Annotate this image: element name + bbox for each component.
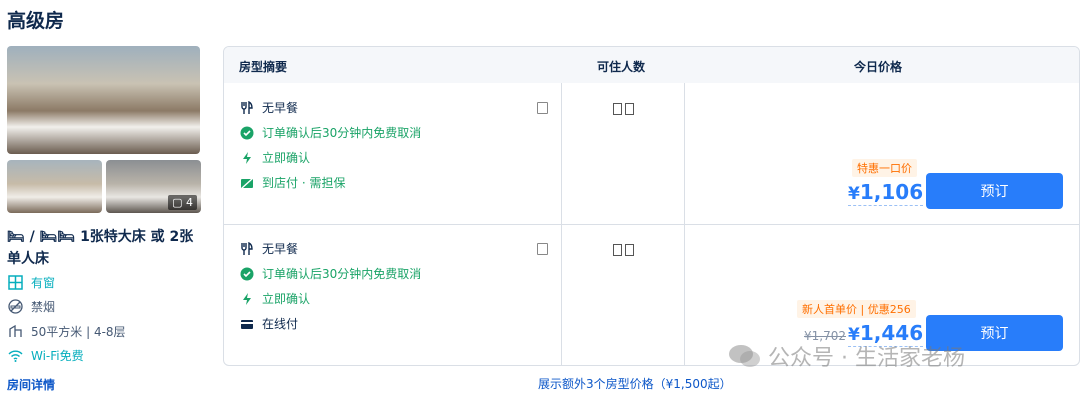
policy-meal: 无早餐 bbox=[240, 240, 298, 257]
header-occupancy: 可住人数 bbox=[597, 60, 646, 74]
watermark: 公众号 · 生活家老杨 bbox=[728, 340, 965, 372]
policy-payment: 到店付 · 需担保 bbox=[240, 174, 345, 191]
feature-wifi: Wi-Fi免费 bbox=[7, 347, 84, 364]
bed-info: 🛏 / 🛏🛏 1张特大床 或 2张单人床 bbox=[7, 226, 207, 270]
rate-row: 无早餐 订单确认后30分钟内免费取消 立即确认 到店付 · 需担保 特惠一口价 … bbox=[224, 83, 1079, 224]
feature-no-smoking: 禁烟 bbox=[7, 298, 55, 315]
room-photo-thumb-more[interactable]: ▢ 4 bbox=[106, 160, 201, 213]
room-photo-main[interactable] bbox=[7, 46, 200, 154]
lightning-icon bbox=[240, 292, 254, 306]
policy-meal: 无早餐 bbox=[240, 99, 298, 116]
feature-window: 有窗 bbox=[7, 274, 55, 291]
book-button[interactable]: 预订 bbox=[926, 173, 1063, 209]
occupancy-icons bbox=[613, 244, 637, 259]
pay-at-hotel-icon bbox=[240, 176, 254, 190]
card-icon bbox=[240, 317, 254, 331]
no-smoking-icon bbox=[7, 298, 24, 315]
policy-payment: 在线付 bbox=[240, 315, 298, 332]
table-header: 房型摘要 可住人数 今日价格 bbox=[224, 47, 1079, 83]
wifi-icon bbox=[7, 347, 24, 364]
check-circle-icon bbox=[240, 126, 254, 140]
room-photo-thumb[interactable] bbox=[7, 160, 102, 213]
wechat-icon bbox=[729, 345, 760, 367]
promo-tag: 新人首单价 | 优惠256 bbox=[797, 300, 916, 318]
photo-count-badge: ▢ 4 bbox=[168, 195, 197, 210]
lightning-icon bbox=[240, 151, 254, 165]
fork-knife-icon bbox=[240, 241, 254, 256]
bed-icon: 🛏 / 🛏🛏 bbox=[7, 229, 81, 245]
fork-knife-icon bbox=[240, 100, 254, 115]
policy-cancel: 订单确认后30分钟内免费取消 bbox=[240, 124, 421, 141]
check-circle-icon bbox=[240, 267, 254, 281]
header-summary: 房型摘要 bbox=[239, 60, 288, 74]
policy-cancel: 订单确认后30分钟内免费取消 bbox=[240, 265, 421, 282]
room-title: 高级房 bbox=[7, 10, 65, 32]
promo-tag: 特惠一口价 bbox=[852, 159, 917, 177]
info-icon[interactable] bbox=[537, 102, 548, 114]
room-details-link[interactable]: 房间详情 bbox=[7, 376, 55, 393]
area-icon bbox=[7, 323, 24, 340]
window-icon bbox=[7, 274, 24, 291]
policy-confirm: 立即确认 bbox=[240, 149, 310, 166]
show-more-rooms-link[interactable]: 展示额外3个房型价格（¥1,500起） bbox=[538, 375, 732, 392]
policy-confirm: 立即确认 bbox=[240, 290, 310, 307]
occupancy-icons bbox=[613, 103, 637, 118]
feature-area: 50平方米 | 4-8层 bbox=[7, 323, 126, 340]
info-icon[interactable] bbox=[537, 243, 548, 255]
rate-table: 房型摘要 可住人数 今日价格 无早餐 订单确认后30分钟内免费取消 立即确认 到… bbox=[223, 46, 1080, 366]
header-price: 今日价格 bbox=[854, 60, 903, 74]
price: ¥1,106 bbox=[848, 180, 924, 206]
